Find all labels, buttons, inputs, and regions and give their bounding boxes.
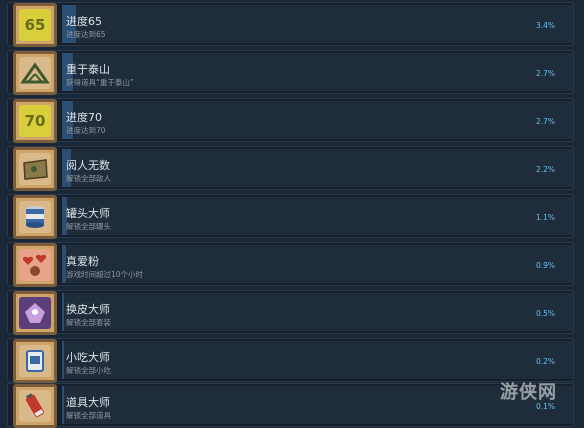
achievement-description: 解锁全部套装 — [66, 318, 111, 327]
achievement-row: 小吃大师解锁全部小吃 0.2% — [7, 338, 574, 383]
achievement-row: 真爱粉游戏时间超过10个小时 0.9% — [7, 242, 574, 287]
achievement-row: 重于泰山获得道具“重于泰山” 2.7% — [7, 50, 574, 95]
achievement-description: 解锁全部小吃 — [66, 366, 111, 375]
number-65-icon: 65 — [19, 9, 51, 41]
achievement-description: 游戏时间超过10个小时 — [66, 270, 144, 279]
costume-icon — [19, 297, 51, 329]
achievement-title: 重于泰山 — [66, 63, 110, 76]
unlock-percentage: 0.5% — [535, 309, 555, 318]
hearts-icon — [19, 249, 51, 281]
achievement-description: 进度达到65 — [66, 30, 106, 39]
achievement-number-65-badge: 65 — [13, 3, 57, 47]
achievement-row: 换皮大师解锁全部套装 0.5% — [7, 290, 574, 335]
achievement-title: 阅人无数 — [66, 159, 110, 172]
unlock-percentage: 2.7% — [535, 69, 555, 78]
achievement-list: 65 进度65 进度达到65 3.4% 重于泰山获得道具“重于泰山” 2.7% 70 进度70… — [0, 0, 584, 428]
achievement-title: 小吃大师 — [66, 351, 110, 364]
achievement-title: 罐头大师 — [66, 207, 110, 220]
unlock-percentage: 1.1% — [535, 213, 555, 222]
progress-fill — [62, 341, 64, 379]
progress-track — [62, 149, 573, 187]
battery-icon — [19, 390, 51, 422]
achievement-row: 罐头大师解锁全部罐头 1.1% — [7, 194, 574, 239]
can-icon — [19, 201, 51, 233]
progress-track — [62, 101, 573, 139]
achievement-title: 进度70 — [66, 111, 102, 124]
achievement-description: 进度达到70 — [66, 126, 106, 135]
achievement-mountain-badge — [13, 51, 57, 95]
progress-track — [62, 293, 573, 331]
achievement-battery-badge — [13, 384, 57, 428]
achievement-hearts-badge — [13, 243, 57, 287]
unlock-percentage: 0.9% — [535, 261, 555, 270]
achievement-description: 解锁全部道具 — [66, 411, 111, 420]
map-icon — [19, 153, 51, 185]
mountain-icon — [19, 57, 51, 89]
progress-track — [62, 341, 573, 379]
achievement-map-badge — [13, 147, 57, 191]
achievement-title: 换皮大师 — [66, 303, 110, 316]
progress-fill — [62, 386, 64, 424]
progress-fill — [62, 293, 64, 331]
achievement-title: 道具大师 — [66, 396, 110, 409]
progress-track — [62, 386, 573, 424]
snack-icon — [19, 345, 51, 377]
achievement-title: 真爱粉 — [66, 255, 99, 268]
achievement-row: 65 进度65 进度达到65 3.4% — [7, 2, 574, 47]
achievement-row: 70 进度70 进度达到70 2.7% — [7, 98, 574, 143]
achievement-row: 道具大师 解锁全部道具 0.1% — [7, 383, 574, 428]
unlock-percentage: 2.2% — [535, 165, 555, 174]
number-70-icon: 70 — [19, 105, 51, 137]
watermark-logo: 游侠网 — [500, 382, 557, 403]
achievement-costume-badge — [13, 291, 57, 335]
unlock-percentage: 0.2% — [535, 357, 555, 366]
icon-number: 65 — [24, 16, 46, 34]
progress-track — [62, 53, 573, 91]
progress-track — [62, 197, 573, 235]
achievement-description: 解锁全部敌人 — [66, 174, 111, 183]
achievement-snack-badge — [13, 339, 57, 383]
achievement-title: 进度65 — [66, 15, 102, 28]
achievement-number-70-badge: 70 — [13, 99, 57, 143]
progress-track — [62, 5, 573, 43]
achievement-can-badge — [13, 195, 57, 239]
unlock-percentage: 3.4% — [535, 21, 555, 30]
achievement-description: 获得道具“重于泰山” — [66, 78, 134, 87]
icon-number: 70 — [24, 112, 46, 130]
unlock-percentage: 2.7% — [535, 117, 555, 126]
achievement-row: 阅人无数解锁全部敌人 2.2% — [7, 146, 574, 191]
achievement-description: 解锁全部罐头 — [66, 222, 111, 231]
